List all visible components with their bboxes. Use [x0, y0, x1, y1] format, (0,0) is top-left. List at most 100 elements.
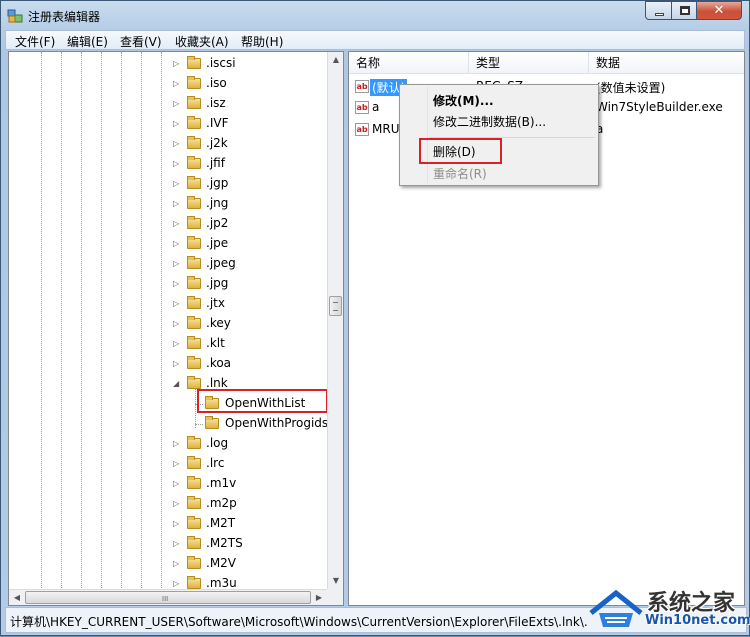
tree-item-jpeg[interactable]: ▷ .jpeg	[9, 254, 327, 274]
tree-item-label[interactable]: .m3u	[206, 576, 237, 590]
tree-item-label[interactable]: .m1v	[206, 476, 236, 490]
tree-item-jng[interactable]: ▷ .jng	[9, 194, 327, 214]
expand-arrow-icon[interactable]: ▷	[173, 539, 179, 548]
menu-item-modify-binary[interactable]: 修改二进制数据(B)...	[433, 113, 546, 130]
tree-item-label[interactable]: .jng	[206, 196, 228, 210]
expand-arrow-icon[interactable]: ▷	[173, 319, 179, 328]
tree-item-label[interactable]: .jfif	[206, 156, 225, 170]
expand-arrow-icon[interactable]: ▷	[173, 159, 179, 168]
menu-favorites[interactable]: 收藏夹(A)	[175, 33, 229, 50]
tree-item-label[interactable]: OpenWithProgids	[225, 416, 328, 430]
expand-arrow-icon[interactable]: ▷	[173, 439, 179, 448]
expand-arrow-icon[interactable]: ▷	[173, 459, 179, 468]
tree-item-j2k[interactable]: ▷ .j2k	[9, 134, 327, 154]
tree-item-jpg[interactable]: ▷ .jpg	[9, 274, 327, 294]
scroll-up-icon[interactable]: ▲	[328, 52, 343, 68]
tree-item-m2v[interactable]: ▷ .M2V	[9, 554, 327, 574]
tree-item-isz[interactable]: ▷ .isz	[9, 94, 327, 114]
scroll-thumb[interactable]	[329, 296, 342, 316]
expand-arrow-icon[interactable]: ▷	[173, 579, 179, 588]
tree-item-label[interactable]: .koa	[206, 356, 231, 370]
menu-item-modify[interactable]: 修改(M)...	[433, 92, 494, 109]
tree-item-label[interactable]: .lnk	[206, 376, 228, 390]
close-button[interactable]: ✕	[696, 1, 742, 20]
tree-item-m2t[interactable]: ▷ .M2T	[9, 514, 327, 534]
tree-item-label[interactable]: .klt	[206, 336, 225, 350]
tree-horizontal-scrollbar[interactable]: ◀ III ▶	[9, 589, 327, 605]
expand-arrow-icon[interactable]: ▷	[173, 279, 179, 288]
tree-item-koa[interactable]: ▷ .koa	[9, 354, 327, 374]
expand-arrow-icon[interactable]: ▷	[173, 59, 179, 68]
expand-arrow-icon[interactable]: ▷	[173, 219, 179, 228]
scroll-down-icon[interactable]: ▼	[328, 573, 343, 589]
tree-item-m2p[interactable]: ▷ .m2p	[9, 494, 327, 514]
tree-item-label[interactable]: .j2k	[206, 136, 228, 150]
expand-arrow-icon[interactable]: ▷	[173, 119, 179, 128]
tree-item-lrc[interactable]: ▷ .lrc	[9, 454, 327, 474]
tree-item-iso[interactable]: ▷ .iso	[9, 74, 327, 94]
tree-item-m1v[interactable]: ▷ .m1v	[9, 474, 327, 494]
expand-arrow-icon[interactable]: ▷	[173, 499, 179, 508]
maximize-button[interactable]	[671, 1, 697, 20]
horizontal-scroll-thumb[interactable]: III	[25, 591, 311, 604]
tree-item-label[interactable]: .jp2	[206, 216, 228, 230]
tree-item-label[interactable]: .log	[206, 436, 228, 450]
expand-arrow-icon[interactable]: ▷	[173, 259, 179, 268]
tree-item-log[interactable]: ▷ .log	[9, 434, 327, 454]
tree-item-label[interactable]: .isz	[206, 96, 226, 110]
tree-item-jpe[interactable]: ▷ .jpe	[9, 234, 327, 254]
tree-item-openwithprogids[interactable]: OpenWithProgids	[9, 414, 328, 434]
column-header-type[interactable]: 类型	[469, 52, 589, 74]
value-name[interactable]: a	[372, 100, 379, 114]
title-bar[interactable]: 注册表编辑器 ✕	[1, 1, 749, 29]
tree-item-label[interactable]: .jtx	[206, 296, 225, 310]
tree-item-label[interactable]: .M2TS	[206, 536, 243, 550]
column-header-name[interactable]: 名称	[349, 52, 469, 74]
expand-arrow-icon[interactable]: ▷	[173, 359, 179, 368]
registry-tree-pane[interactable]: ▷ .iscsi ▷ .iso ▷ .isz ▷ .IVF ▷ .j2k ▷ .jfif ▷ .jgp ▷.…	[8, 51, 344, 606]
tree-item-label[interactable]: .M2T	[206, 516, 235, 530]
tree-item-ivf[interactable]: ▷ .IVF	[9, 114, 327, 134]
menu-help[interactable]: 帮助(H)	[241, 33, 283, 50]
expand-arrow-icon[interactable]: ▷	[173, 179, 179, 188]
scroll-right-icon[interactable]: ▶	[311, 590, 327, 605]
tree-item-jp2[interactable]: ▷ .jp2	[9, 214, 327, 234]
expand-arrow-icon[interactable]: ▷	[173, 139, 179, 148]
string-value-icon: ab	[355, 80, 369, 93]
tree-item-label[interactable]: .jpe	[206, 236, 228, 250]
expand-arrow-icon[interactable]: ▷	[173, 79, 179, 88]
tree-item-iscsi[interactable]: ▷ .iscsi	[9, 54, 327, 74]
tree-item-m2ts[interactable]: ▷ .M2TS	[9, 534, 327, 554]
expand-arrow-icon[interactable]: ▷	[173, 559, 179, 568]
collapse-arrow-icon[interactable]: ◢	[173, 379, 179, 388]
tree-item-label[interactable]: .jpg	[206, 276, 228, 290]
tree-item-label[interactable]: .jgp	[206, 176, 228, 190]
tree-item-label[interactable]: .iscsi	[206, 56, 236, 70]
menu-view[interactable]: 查看(V)	[120, 33, 162, 50]
tree-item-klt[interactable]: ▷ .klt	[9, 334, 327, 354]
menu-edit[interactable]: 编辑(E)	[67, 33, 108, 50]
expand-arrow-icon[interactable]: ▷	[173, 239, 179, 248]
expand-arrow-icon[interactable]: ▷	[173, 299, 179, 308]
tree-item-label[interactable]: .IVF	[206, 116, 228, 130]
tree-item-jtx[interactable]: ▷ .jtx	[9, 294, 327, 314]
expand-arrow-icon[interactable]: ▷	[173, 479, 179, 488]
expand-arrow-icon[interactable]: ▷	[173, 339, 179, 348]
tree-item-label[interactable]: .m2p	[206, 496, 237, 510]
tree-item-label[interactable]: .lrc	[206, 456, 224, 470]
tree-item-jgp[interactable]: ▷ .jgp	[9, 174, 327, 194]
scroll-left-icon[interactable]: ◀	[9, 590, 25, 605]
tree-item-label[interactable]: .key	[206, 316, 231, 330]
tree-vertical-scrollbar[interactable]: ▲ ▼	[327, 52, 343, 589]
menu-file[interactable]: 文件(F)	[15, 33, 55, 50]
tree-item-label[interactable]: .jpeg	[206, 256, 236, 270]
tree-item-label[interactable]: .iso	[206, 76, 227, 90]
tree-item-label[interactable]: .M2V	[206, 556, 236, 570]
expand-arrow-icon[interactable]: ▷	[173, 519, 179, 528]
column-header-data[interactable]: 数据	[589, 52, 744, 74]
minimize-button[interactable]	[645, 1, 672, 20]
tree-item-key[interactable]: ▷ .key	[9, 314, 327, 334]
expand-arrow-icon[interactable]: ▷	[173, 99, 179, 108]
tree-item-jfif[interactable]: ▷ .jfif	[9, 154, 327, 174]
expand-arrow-icon[interactable]: ▷	[173, 199, 179, 208]
